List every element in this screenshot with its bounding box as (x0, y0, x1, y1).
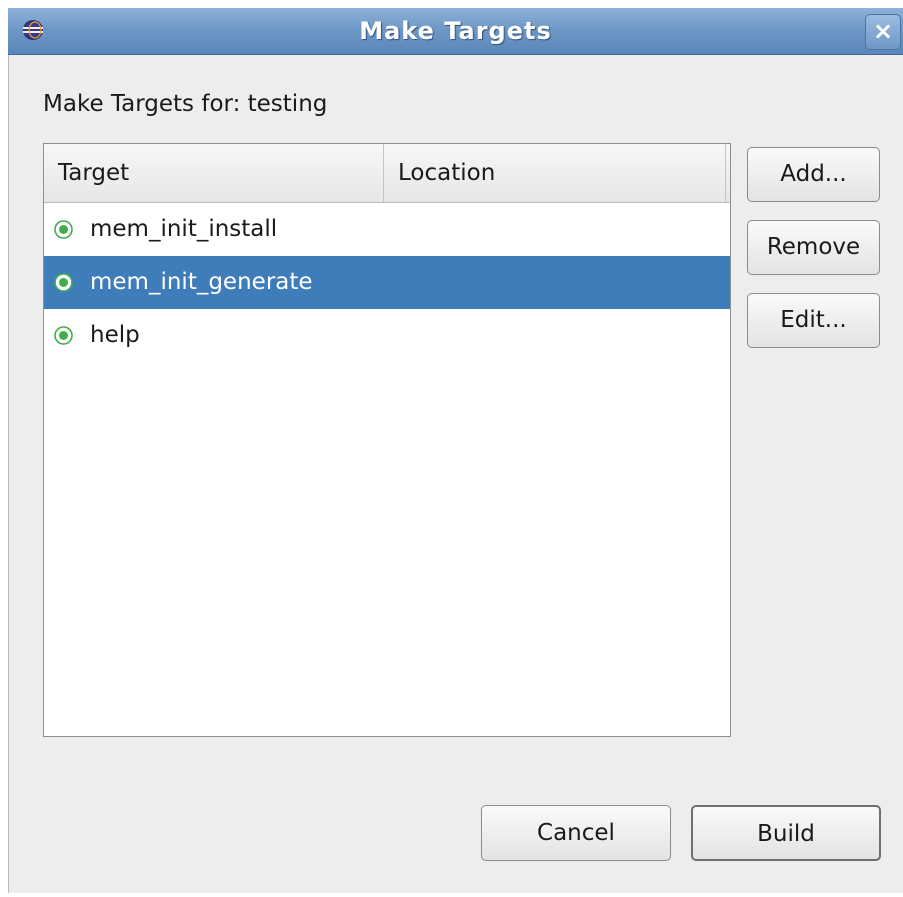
title-bar[interactable]: Make Targets × (8, 8, 903, 55)
close-button[interactable]: × (865, 14, 901, 50)
table-row[interactable]: help (44, 309, 730, 362)
add-button[interactable]: Add... (747, 147, 880, 202)
column-header-target[interactable]: Target (44, 144, 384, 202)
make-target-icon (54, 273, 73, 292)
remove-button[interactable]: Remove (747, 220, 880, 275)
target-name: mem_init_install (90, 216, 278, 242)
dialog-heading: Make Targets for: testing (43, 91, 328, 117)
make-targets-dialog: Make Targets × Make Targets for: testing… (0, 0, 903, 897)
target-name: mem_init_generate (90, 269, 313, 295)
edit-button[interactable]: Edit... (747, 293, 880, 348)
table-body: mem_init_install mem_init_generate help (44, 203, 730, 362)
close-icon: × (872, 17, 894, 45)
build-button[interactable]: Build (691, 805, 881, 861)
make-target-icon (54, 326, 73, 345)
cancel-button[interactable]: Cancel (481, 805, 671, 861)
target-name: help (90, 322, 140, 348)
table-row-selected[interactable]: mem_init_generate (44, 256, 730, 309)
table-header: Target Location (44, 144, 730, 203)
make-target-icon (54, 220, 73, 239)
table-row[interactable]: mem_init_install (44, 203, 730, 256)
dialog-body: Make Targets for: testing Target Locatio… (8, 55, 903, 893)
targets-table[interactable]: Target Location mem_init_install mem_ini… (43, 143, 731, 737)
window-title: Make Targets (359, 17, 552, 45)
column-header-location[interactable]: Location (384, 144, 726, 202)
